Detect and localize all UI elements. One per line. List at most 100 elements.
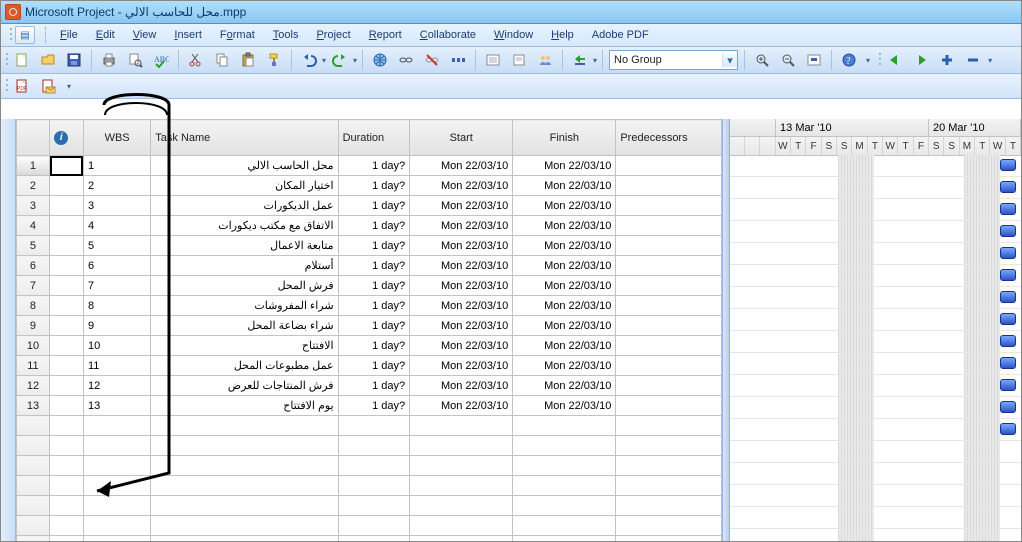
undo-button[interactable]: ▾ (297, 49, 326, 71)
outdent-button[interactable]: ▾ (568, 49, 597, 71)
timescale-day[interactable]: M (852, 137, 867, 155)
start-cell[interactable]: Mon 22/03/10 (410, 156, 513, 176)
row-number[interactable]: 5 (16, 236, 50, 256)
gantt-row[interactable] (730, 397, 1021, 419)
row-number[interactable]: 1 (16, 156, 50, 176)
task-row[interactable]: 22اختيار المكان1 day?Mon 22/03/10Mon 22/… (16, 176, 721, 196)
duration-cell[interactable]: 1 day? (338, 156, 410, 176)
goto-task-icon[interactable] (802, 49, 826, 71)
menu-edit[interactable]: Edit (88, 27, 123, 43)
task-notes-icon[interactable] (507, 49, 531, 71)
task-bar[interactable] (1000, 159, 1016, 171)
task-bar[interactable] (1000, 423, 1016, 435)
wbs-cell[interactable]: 6 (83, 256, 150, 276)
menu-collaborate[interactable]: Collaborate (412, 27, 484, 43)
empty-row[interactable] (16, 496, 721, 516)
menu-insert[interactable]: Insert (166, 27, 210, 43)
task-bar[interactable] (1000, 357, 1016, 369)
gantt-row[interactable] (730, 441, 1021, 463)
finish-cell[interactable]: Mon 22/03/10 (513, 336, 616, 356)
indicator-cell[interactable] (50, 316, 84, 336)
spellcheck-icon[interactable]: ABC (149, 49, 173, 71)
timescale-day[interactable]: S (837, 137, 852, 155)
start-cell[interactable]: Mon 22/03/10 (410, 336, 513, 356)
task-row[interactable]: 77فرش المحل1 day?Mon 22/03/10Mon 22/03/1… (16, 276, 721, 296)
task-row[interactable]: 1111عمل مطبوعات المحل1 day?Mon 22/03/10M… (16, 356, 721, 376)
start-cell[interactable]: Mon 22/03/10 (410, 256, 513, 276)
toolbar-overflow-icon[interactable]: ▾ (862, 56, 874, 65)
row-number[interactable]: 8 (16, 296, 50, 316)
help-icon[interactable]: ? (837, 49, 861, 71)
chevron-down-icon[interactable]: ▾ (352, 56, 357, 65)
task-row[interactable]: 44الاتفاق مع مكتب ديكورات1 day?Mon 22/03… (16, 216, 721, 236)
duration-cell[interactable]: 1 day? (338, 296, 410, 316)
finish-cell[interactable]: Mon 22/03/10 (513, 256, 616, 276)
empty-row[interactable] (16, 536, 721, 542)
copy-icon[interactable] (210, 49, 234, 71)
predecessors-cell[interactable] (616, 376, 721, 396)
indicator-cell[interactable] (50, 356, 84, 376)
predecessors-cell[interactable] (616, 276, 721, 296)
wbs-cell[interactable]: 5 (83, 236, 150, 256)
menu-window[interactable]: Window (486, 27, 541, 43)
task-name-cell[interactable]: اختيار المكان (151, 176, 338, 196)
insert-hyperlink-icon[interactable] (368, 49, 392, 71)
row-number[interactable]: 10 (16, 336, 50, 356)
task-row[interactable]: 55متابعة الاعمال1 day?Mon 22/03/10Mon 22… (16, 236, 721, 256)
finish-cell[interactable]: Mon 22/03/10 (513, 356, 616, 376)
toolbar-overflow-icon[interactable]: ▾ (61, 82, 77, 91)
duration-cell[interactable]: 1 day? (338, 196, 410, 216)
project-doc-icon[interactable]: ▤ (15, 26, 35, 44)
wbs-cell[interactable]: 7 (83, 276, 150, 296)
task-name-cell[interactable]: الافتتاح (151, 336, 338, 356)
duration-cell[interactable]: 1 day? (338, 176, 410, 196)
task-sheet[interactable]: i WBS Task Name Duration Start Finish Pr… (16, 119, 722, 541)
timescale-day[interactable] (760, 137, 775, 155)
new-icon[interactable] (10, 49, 34, 71)
predecessors-cell[interactable] (616, 156, 721, 176)
gantt-row[interactable] (730, 485, 1021, 507)
start-cell[interactable]: Mon 22/03/10 (410, 376, 513, 396)
duration-cell[interactable]: 1 day? (338, 276, 410, 296)
indicator-cell[interactable] (50, 156, 84, 176)
predecessors-cell[interactable] (616, 216, 721, 236)
empty-row[interactable] (16, 516, 721, 536)
empty-row[interactable] (16, 436, 721, 456)
timescale-day[interactable] (745, 137, 760, 155)
timescale-day[interactable]: M (960, 137, 975, 155)
col-header-wbs[interactable]: WBS (83, 120, 150, 156)
task-name-cell[interactable]: شراء بضاعة المحل (151, 316, 338, 336)
timescale-header[interactable]: 13 Mar '1020 Mar '10 WTFSSMTWTFSSMTWT (730, 119, 1021, 156)
col-header-duration[interactable]: Duration (338, 120, 410, 156)
finish-cell[interactable]: Mon 22/03/10 (513, 296, 616, 316)
task-row[interactable]: 99شراء بضاعة المحل1 day?Mon 22/03/10Mon … (16, 316, 721, 336)
gantt-row[interactable] (730, 463, 1021, 485)
task-bar[interactable] (1000, 203, 1016, 215)
task-bar[interactable] (1000, 291, 1016, 303)
format-painter-icon[interactable] (262, 49, 286, 71)
task-row[interactable]: 88شراء المفروشات1 day?Mon 22/03/10Mon 22… (16, 296, 721, 316)
predecessors-cell[interactable] (616, 396, 721, 416)
indicator-cell[interactable] (50, 276, 84, 296)
indicator-cell[interactable] (50, 256, 84, 276)
row-number[interactable]: 6 (16, 256, 50, 276)
indicator-cell[interactable] (50, 216, 84, 236)
timescale-week[interactable] (730, 119, 776, 137)
duration-cell[interactable]: 1 day? (338, 236, 410, 256)
task-bar[interactable] (1000, 335, 1016, 347)
finish-cell[interactable]: Mon 22/03/10 (513, 276, 616, 296)
print-icon[interactable] (97, 49, 121, 71)
gantt-row[interactable] (730, 529, 1021, 541)
start-cell[interactable]: Mon 22/03/10 (410, 196, 513, 216)
duration-cell[interactable]: 1 day? (338, 336, 410, 356)
task-name-cell[interactable]: متابعة الاعمال (151, 236, 338, 256)
gantt-row[interactable] (730, 309, 1021, 331)
task-name-cell[interactable]: عمل الديكورات (151, 196, 338, 216)
menu-format[interactable]: Format (212, 27, 263, 43)
pdf-convert-icon[interactable]: PDF (10, 75, 34, 97)
gantt-row[interactable] (730, 287, 1021, 309)
timescale-day[interactable]: T (1006, 137, 1021, 155)
split-task-icon[interactable] (446, 49, 470, 71)
timescale-day[interactable]: W (776, 137, 791, 155)
task-bar[interactable] (1000, 401, 1016, 413)
